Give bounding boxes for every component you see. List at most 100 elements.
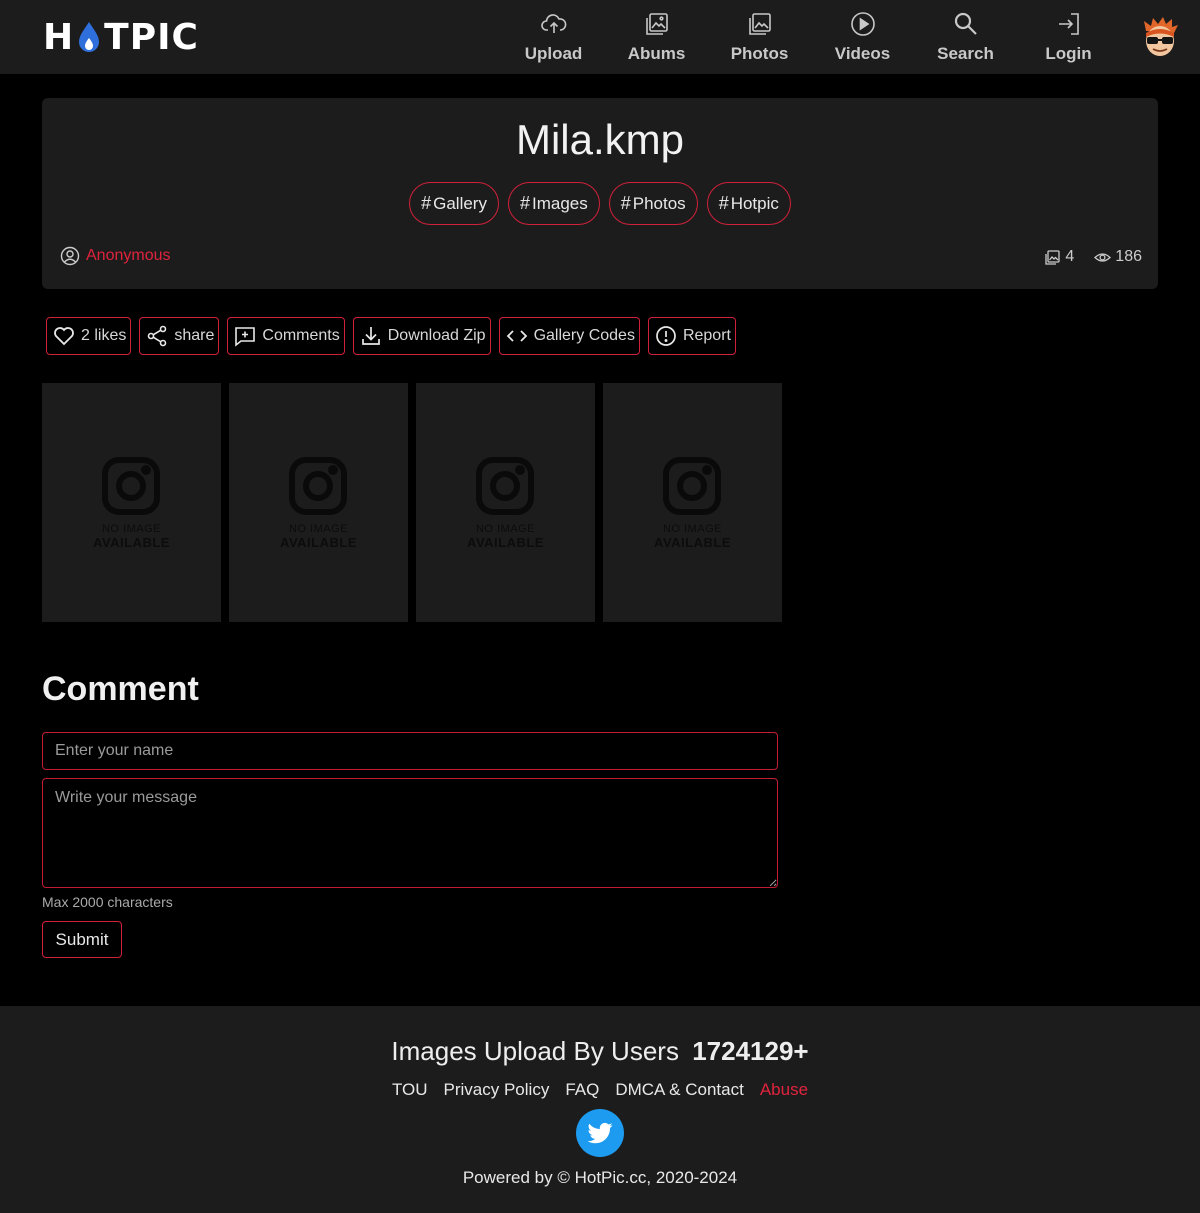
twitter-bird-icon — [587, 1122, 613, 1144]
alert-circle-icon — [656, 326, 676, 346]
gallery-info-card: Mila.kmp # Gallery # Images # Photos # H… — [42, 98, 1158, 289]
camera-placeholder-icon — [476, 457, 534, 515]
share-icon — [148, 325, 167, 347]
flame-drop-icon — [79, 22, 100, 52]
gallery-actions: 2 likes share Comments Download Zip Gall… — [46, 317, 736, 355]
no-image-text: NO IMAGE — [475, 523, 535, 535]
avatar-container — [1120, 0, 1200, 74]
footer-link-abuse[interactable]: Abuse — [760, 1080, 808, 1100]
nav-videos-label: Videos — [834, 44, 891, 63]
footer-link-tou[interactable]: TOU — [392, 1080, 428, 1100]
comments-button[interactable]: Comments — [227, 317, 345, 355]
albums-icon — [645, 13, 668, 35]
nav-upload[interactable]: Upload — [502, 0, 605, 74]
camera-placeholder-icon — [663, 457, 721, 515]
photos-icon — [748, 13, 771, 35]
view-count: 186 — [1115, 248, 1142, 265]
view-count-stat: 186 — [1094, 248, 1142, 266]
heart-icon — [54, 327, 74, 346]
hash-icon: # — [519, 193, 530, 213]
max-characters-note: Max 2000 characters — [42, 894, 173, 910]
author-info: Anonymous — [60, 246, 171, 266]
top-navbar: H TPIC Upload Abums Photos Videos Search… — [0, 0, 1200, 74]
image-thumbnail[interactable]: NO IMAGE AVAILABLE — [416, 383, 595, 622]
image-thumbnail[interactable]: NO IMAGE AVAILABLE — [603, 383, 782, 622]
cloud-upload-icon — [540, 14, 566, 33]
tag-hotpic[interactable]: # Hotpic — [706, 182, 791, 225]
footer-link-dmca[interactable]: DMCA & Contact — [615, 1080, 744, 1100]
nav-login[interactable]: Login — [1017, 0, 1120, 74]
available-text: AVAILABLE — [280, 535, 357, 550]
share-button[interactable]: share — [139, 317, 220, 355]
nav-albums[interactable]: Abums — [605, 0, 708, 74]
tag-label: Photos — [632, 193, 686, 213]
footer-headline-text: Images Upload By Users — [391, 1036, 679, 1066]
hash-icon: # — [421, 193, 432, 213]
report-label: Report — [682, 327, 731, 344]
image-count: 4 — [1065, 248, 1075, 265]
nav-photos[interactable]: Photos — [708, 0, 811, 74]
avatar[interactable] — [1138, 15, 1182, 59]
nav-login-label: Login — [1045, 44, 1092, 63]
tag-label: Hotpic — [730, 193, 779, 213]
gallery-title: Mila.kmp — [515, 116, 685, 163]
eye-icon — [1094, 252, 1112, 262]
share-label: share — [174, 327, 215, 344]
comment-add-icon — [235, 327, 256, 347]
like-label: 2 likes — [81, 327, 127, 344]
message-textarea[interactable] — [42, 778, 778, 888]
powered-by-text: Powered by © HotPic.cc, 2020-2024 — [462, 1168, 738, 1187]
footer-links: TOU Privacy Policy FAQ DMCA & Contact Ab… — [0, 1080, 1200, 1100]
login-icon — [1058, 13, 1079, 35]
camera-placeholder-icon — [289, 457, 347, 515]
upload-count: 1724129+ — [692, 1036, 809, 1066]
tag-label: Images — [531, 193, 588, 213]
camera-placeholder-icon — [102, 457, 160, 515]
site-logo[interactable]: H TPIC — [43, 16, 199, 58]
logo-text-right: TPIC — [104, 16, 199, 58]
gallery-codes-label: Gallery Codes — [533, 327, 635, 344]
play-circle-icon — [850, 12, 875, 36]
report-button[interactable]: Report — [647, 317, 736, 355]
image-thumbnail[interactable]: NO IMAGE AVAILABLE — [42, 383, 221, 622]
available-text: AVAILABLE — [654, 535, 731, 550]
tag-label: Gallery — [433, 193, 487, 213]
twitter-button[interactable] — [576, 1109, 624, 1157]
images-icon — [1045, 249, 1061, 265]
nav-upload-label: Upload — [524, 44, 583, 63]
nav-photos-label: Photos — [730, 44, 789, 63]
no-image-text: NO IMAGE — [662, 523, 722, 535]
image-thumbnail[interactable]: NO IMAGE AVAILABLE — [229, 383, 408, 622]
author-name-link[interactable]: Anonymous — [86, 247, 171, 265]
footer-link-privacy[interactable]: Privacy Policy — [444, 1080, 550, 1100]
download-zip-button[interactable]: Download Zip — [352, 317, 491, 355]
like-button[interactable]: 2 likes — [46, 317, 132, 355]
nav-search[interactable]: Search — [914, 0, 1017, 74]
tag-gallery[interactable]: # Gallery — [409, 182, 499, 225]
nav-search-label: Search — [937, 44, 994, 63]
search-icon — [954, 12, 977, 35]
name-input[interactable] — [42, 732, 778, 770]
available-text: AVAILABLE — [93, 535, 170, 550]
logo-text-left: H — [43, 16, 75, 58]
site-footer: Images Upload By Users 1724129+ TOU Priv… — [0, 1006, 1200, 1213]
nav-videos[interactable]: Videos — [811, 0, 914, 74]
tag-images[interactable]: # Images — [507, 182, 600, 225]
comment-heading: Comment — [42, 670, 199, 708]
gallery-codes-button[interactable]: Gallery Codes — [498, 317, 640, 355]
nav-albums-label: Abums — [627, 44, 686, 63]
submit-button[interactable]: Submit — [42, 921, 122, 958]
tag-photos[interactable]: # Photos — [608, 182, 698, 225]
footer-link-faq[interactable]: FAQ — [565, 1080, 599, 1100]
user-circle-icon — [60, 246, 80, 266]
main-nav: Upload Abums Photos Videos Search Login — [502, 0, 1200, 74]
hash-icon: # — [718, 193, 729, 213]
footer-headline: Images Upload By Users 1724129+ — [0, 1036, 1200, 1067]
no-image-text: NO IMAGE — [288, 523, 348, 535]
available-text: AVAILABLE — [467, 535, 544, 550]
gallery-stats: 4 186 — [1044, 248, 1142, 266]
comments-label: Comments — [262, 327, 340, 344]
hash-icon: # — [620, 193, 631, 213]
tag-list: # Gallery # Images # Photos # Hotpic — [42, 182, 1158, 225]
download-label: Download Zip — [387, 327, 486, 344]
